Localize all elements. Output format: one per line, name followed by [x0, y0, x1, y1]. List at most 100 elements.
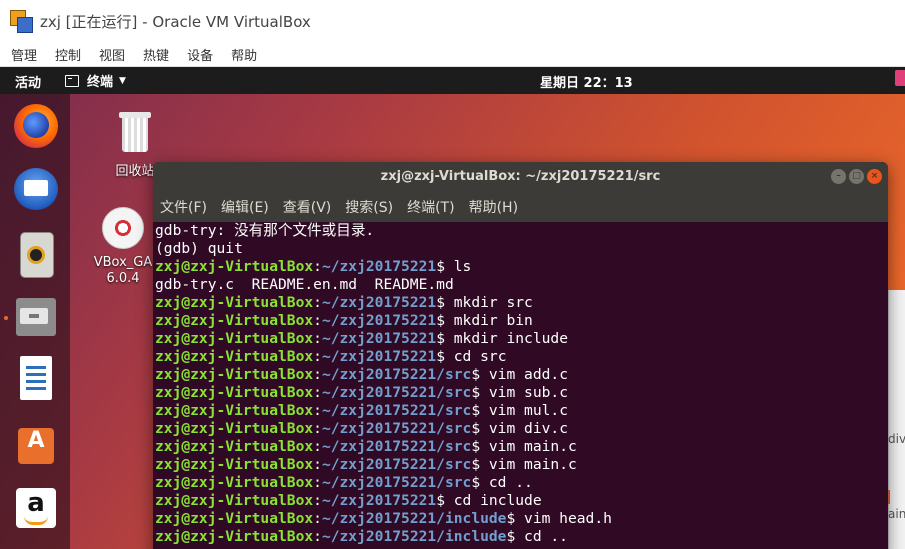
disc-label-line2: 6.0.4 — [106, 271, 140, 286]
menu-control[interactable]: 控制 — [44, 45, 88, 64]
terminal-line: zxj@zxj-VirtualBox:~/zxj20175221$ ls — [155, 258, 888, 276]
disc-icon — [102, 207, 144, 249]
prompt-user: zxj@zxj-VirtualBox — [155, 402, 314, 419]
terminal-line: zxj@zxj-VirtualBox:~/zxj20175221/src$ vi… — [155, 438, 888, 456]
prompt-separator: : — [313, 348, 322, 365]
terminal-menu-view[interactable]: 查看(V) — [276, 197, 339, 217]
gnome-topbar: 活动 终端 ▼ 星期日 22：13 — [0, 67, 905, 94]
app-menu-terminal[interactable]: 终端 ▼ — [65, 71, 126, 90]
prompt-path: ~/zxj20175221/src — [321, 420, 472, 437]
menu-hotkeys[interactable]: 热键 — [132, 45, 176, 64]
command-text: $ mkdir src — [436, 294, 533, 311]
prompt-separator: : — [313, 384, 322, 401]
prompt-user: zxj@zxj-VirtualBox — [155, 528, 314, 545]
disc-label: VBox_GA 6.0.4 — [88, 255, 158, 287]
prompt-separator: : — [313, 528, 322, 545]
terminal-menu-edit[interactable]: 编辑(E) — [214, 197, 276, 217]
prompt-user: zxj@zxj-VirtualBox — [155, 510, 314, 527]
terminal-titlebar[interactable]: zxj@zxj-VirtualBox: ~/zxj20175221/src – … — [153, 162, 888, 192]
virtualbox-titlebar: zxj [正在运行] - Oracle VM VirtualBox — [0, 0, 905, 42]
terminal-window[interactable]: zxj@zxj-VirtualBox: ~/zxj20175221/src – … — [153, 162, 888, 549]
background-window-text-2: ain — [888, 507, 905, 521]
command-text: $ vim div.c — [471, 420, 568, 437]
terminal-line: gdb-try: 没有那个文件或目录. — [155, 222, 888, 240]
prompt-user: zxj@zxj-VirtualBox — [155, 330, 314, 347]
command-text: $ vim head.h — [506, 510, 612, 527]
terminal-line: zxj@zxj-VirtualBox:~/zxj20175221$ cd inc… — [155, 492, 888, 510]
maximize-icon[interactable]: □ — [849, 169, 864, 184]
tray-icon[interactable] — [895, 70, 905, 86]
menu-devices[interactable]: 设备 — [176, 45, 220, 64]
prompt-separator: : — [313, 402, 322, 419]
terminal-menu-file[interactable]: 文件(F) — [153, 197, 214, 217]
command-text: $ vim main.c — [471, 438, 577, 455]
close-icon[interactable]: × — [867, 169, 882, 184]
prompt-user: zxj@zxj-VirtualBox — [155, 366, 314, 383]
prompt-path: ~/zxj20175221/src — [321, 438, 472, 455]
prompt-path: ~/zxj20175221 — [321, 348, 437, 365]
command-text: $ cd src — [436, 348, 507, 365]
amazon-icon[interactable]: a — [14, 486, 58, 530]
prompt-path: ~/zxj20175221 — [321, 294, 437, 311]
prompt-separator: : — [313, 312, 322, 329]
terminal-output[interactable]: gdb-try: 没有那个文件或目录. (gdb) quit zxj@zxj-Vir… — [155, 222, 888, 549]
minimize-icon[interactable]: – — [831, 169, 846, 184]
virtualbox-app-icon — [10, 10, 33, 33]
prompt-path: ~/zxj20175221 — [321, 312, 437, 329]
prompt-path: ~/zxj20175221/src — [321, 366, 472, 383]
command-text: $ mkdir include — [436, 330, 568, 347]
prompt-separator: : — [313, 294, 322, 311]
prompt-path: ~/zxj20175221/src — [321, 384, 472, 401]
thunderbird-icon[interactable] — [14, 166, 58, 210]
terminal-menu-search[interactable]: 搜索(S) — [338, 197, 400, 217]
prompt-separator: : — [313, 258, 322, 275]
output-text: gdb-try.c README.en.md README.md — [155, 276, 454, 293]
menu-manage[interactable]: 管理 — [0, 45, 44, 64]
terminal-line: zxj@zxj-VirtualBox:~/zxj20175221/src$ vi… — [155, 384, 888, 402]
command-text: $ cd .. — [506, 528, 568, 545]
prompt-separator: : — [313, 420, 322, 437]
activities-button[interactable]: 活动 — [15, 72, 41, 91]
prompt-path: ~/zxj20175221/include — [321, 528, 507, 545]
command-text: $ ls — [436, 258, 472, 275]
running-indicator — [4, 316, 8, 320]
terminal-line: zxj@zxj-VirtualBox:~/zxj20175221$ mkdir … — [155, 330, 888, 348]
menu-help[interactable]: 帮助 — [220, 45, 264, 64]
terminal-line: zxj@zxj-VirtualBox:~/zxj20175221/include… — [155, 528, 888, 546]
window-title: zxj [正在运行] - Oracle VM VirtualBox — [40, 12, 311, 31]
prompt-user: zxj@zxj-VirtualBox — [155, 348, 314, 365]
command-text: $ cd include — [436, 492, 542, 509]
terminal-line: zxj@zxj-VirtualBox:~/zxj20175221/include… — [155, 510, 888, 528]
prompt-separator: : — [313, 366, 322, 383]
prompt-user: zxj@zxj-VirtualBox — [155, 312, 314, 329]
prompt-path: ~/zxj20175221 — [321, 258, 437, 275]
terminal-line: zxj@zxj-VirtualBox:~/zxj20175221/src$ vi… — [155, 366, 888, 384]
files-icon[interactable] — [14, 294, 58, 338]
libreoffice-writer-icon[interactable] — [14, 356, 58, 400]
ubuntu-software-icon[interactable]: A — [14, 422, 58, 466]
command-text: $ vim sub.c — [471, 384, 568, 401]
app-menu-label: 终端 — [87, 75, 114, 90]
terminal-menu-terminal[interactable]: 终端(T) — [400, 197, 461, 217]
prompt-user: zxj@zxj-VirtualBox — [155, 258, 314, 275]
prompt-user: zxj@zxj-VirtualBox — [155, 456, 314, 473]
prompt-user: zxj@zxj-VirtualBox — [155, 294, 314, 311]
rhythmbox-icon[interactable] — [14, 232, 58, 278]
desktop-vbox-disc[interactable]: VBox_GA 6.0.4 — [88, 207, 158, 287]
prompt-user: zxj@zxj-VirtualBox — [155, 438, 314, 455]
dock: A a — [0, 94, 70, 549]
prompt-path: ~/zxj20175221/src — [321, 456, 472, 473]
firefox-icon[interactable] — [14, 104, 58, 148]
clock[interactable]: 星期日 22：13 — [540, 72, 633, 91]
prompt-path: ~/zxj20175221/src — [321, 474, 472, 491]
terminal-line: zxj@zxj-VirtualBox:~/zxj20175221/src$ vi… — [155, 402, 888, 420]
terminal-menu-help[interactable]: 帮助(H) — [462, 197, 525, 217]
command-text: $ cd .. — [471, 474, 533, 491]
prompt-path: ~/zxj20175221/src — [321, 402, 472, 419]
menu-view[interactable]: 视图 — [88, 45, 132, 64]
terminal-title: zxj@zxj-VirtualBox: ~/zxj20175221/src — [380, 169, 661, 184]
trash-icon — [119, 112, 151, 152]
terminal-line: gdb-try.c README.en.md README.md — [155, 276, 888, 294]
output-text: (gdb) quit — [155, 240, 243, 257]
prompt-separator: : — [313, 456, 322, 473]
